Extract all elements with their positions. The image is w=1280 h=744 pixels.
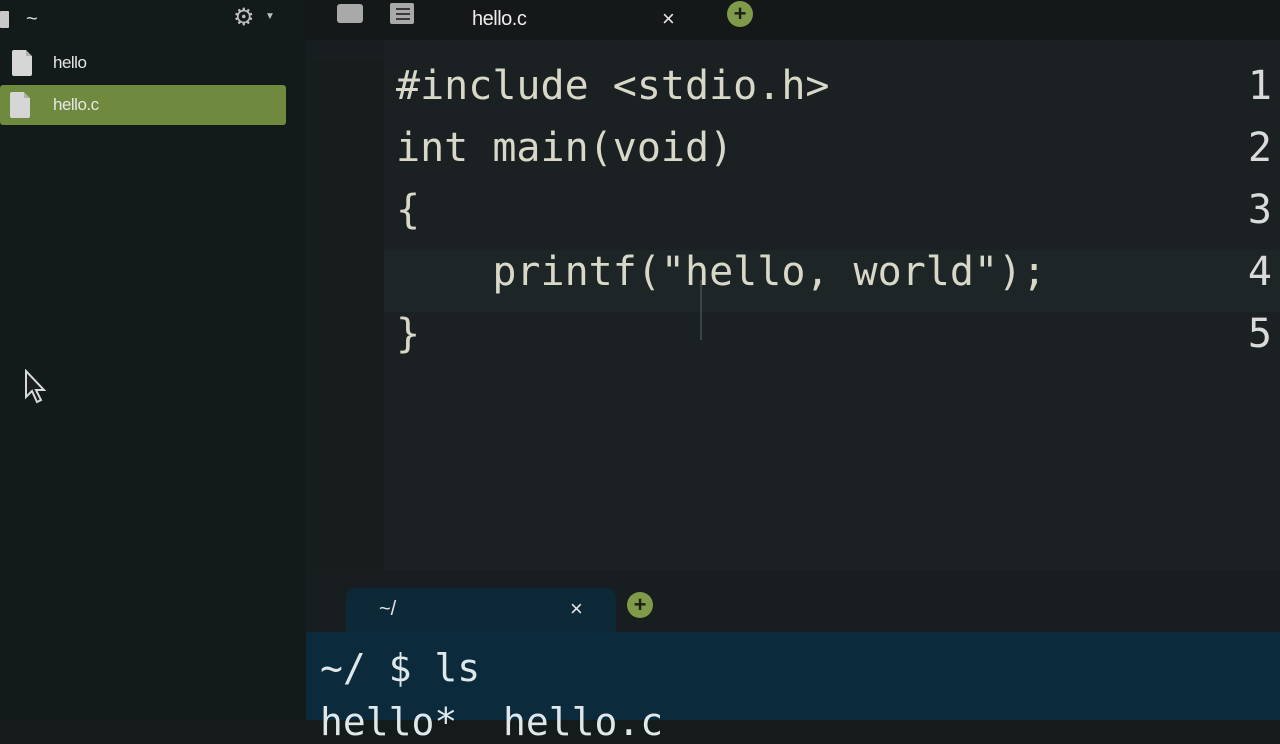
home-folder-icon bbox=[0, 11, 9, 28]
outline-list-icon[interactable] bbox=[390, 3, 414, 24]
terminal-line: hello* hello.c bbox=[320, 700, 664, 744]
file-item-hello-c[interactable]: hello.c bbox=[0, 85, 286, 125]
terminal-line: ~/ $ ls bbox=[320, 646, 481, 690]
line-number: 3 bbox=[1247, 187, 1272, 233]
terminal-tab-label: ~/ bbox=[379, 598, 397, 620]
file-icon bbox=[10, 92, 30, 118]
code-line: #include <stdio.h> bbox=[396, 63, 830, 109]
terminal-panel[interactable]: ~/ $ ls hello* hello.c bbox=[306, 632, 1280, 744]
tab-label: hello.c bbox=[472, 8, 527, 30]
code-line: } bbox=[396, 311, 421, 357]
line-number: 1 bbox=[1247, 63, 1272, 109]
file-item-hello[interactable]: hello bbox=[0, 43, 286, 83]
file-name: hello.c bbox=[53, 95, 99, 114]
mouse-pointer-icon bbox=[25, 369, 47, 404]
code-line: int main(void) bbox=[396, 125, 734, 171]
file-icon bbox=[12, 50, 32, 76]
terminal-tab[interactable]: ~/ × bbox=[346, 588, 616, 632]
close-terminal-icon[interactable]: × bbox=[570, 596, 583, 622]
code-line: { bbox=[396, 187, 421, 233]
chevron-down-icon[interactable]: ▼ bbox=[265, 11, 275, 22]
tab-hello-c[interactable]: hello.c × bbox=[440, 0, 700, 40]
line-number: 4 bbox=[1247, 249, 1272, 295]
file-name: hello bbox=[53, 53, 87, 72]
home-directory-label[interactable]: ~ bbox=[26, 8, 38, 31]
gear-icon[interactable]: ⚙ bbox=[233, 6, 255, 30]
file-sidebar: ~ ⚙ ▼ hello hello.c bbox=[0, 0, 306, 720]
close-tab-icon[interactable]: × bbox=[662, 6, 675, 32]
terminal-tab-bar: ~/ × + bbox=[306, 570, 1280, 632]
line-number-gutter bbox=[306, 60, 384, 570]
line-number: 5 bbox=[1247, 311, 1272, 357]
add-tab-button[interactable]: + bbox=[727, 1, 753, 27]
add-terminal-button[interactable]: + bbox=[627, 592, 653, 618]
folder-icon[interactable] bbox=[337, 4, 363, 23]
sidebar-header: ~ ⚙ ▼ bbox=[0, 0, 306, 40]
code-line: printf("hello, world"); bbox=[396, 249, 1047, 295]
code-editor[interactable]: 1 2 3 4 5 #include <stdio.h> int main(vo… bbox=[306, 40, 1280, 570]
line-number: 2 bbox=[1247, 125, 1272, 171]
